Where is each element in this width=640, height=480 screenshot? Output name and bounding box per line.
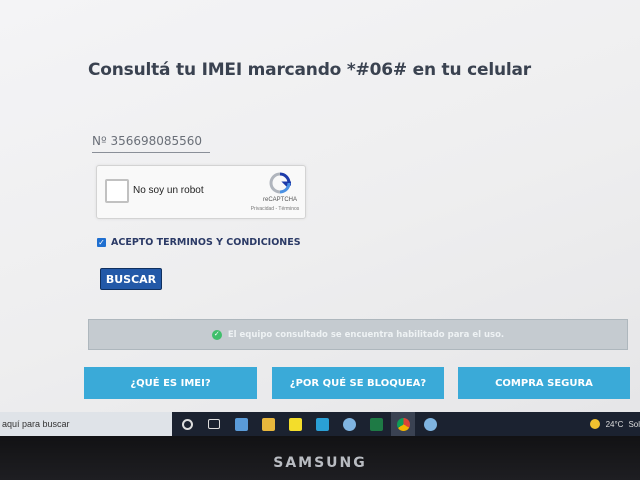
sun-icon [589,419,600,429]
status-text: El equipo consultado se encuentra habili… [227,329,505,340]
calculator-icon[interactable] [229,412,253,436]
weather-temp[interactable]: 24°C [606,420,624,429]
page-title: Consultá tu IMEI marcando *#06# en tu ce… [88,60,531,80]
app-icon[interactable] [310,412,334,436]
chat-icon[interactable] [337,412,361,436]
windows-taskbar: aquí para buscar 24°C Sol [0,412,640,436]
terms-label[interactable]: ACEPTO TERMINOS Y CONDICIONES [111,237,301,248]
terms-checkbox[interactable]: ✓ [97,238,106,247]
recaptcha-logo-icon [269,172,291,194]
search-button[interactable]: BUSCAR [100,268,162,290]
recaptcha-checkbox[interactable] [105,179,129,203]
imei-input[interactable] [92,130,210,153]
chrome-icon[interactable] [391,412,415,436]
app2-icon[interactable] [418,412,442,436]
terms-row: ✓ ACEPTO TERMINOS Y CONDICIONES [97,237,301,248]
task-view-icon[interactable] [202,412,226,436]
recaptcha-widget: No soy un robot reCAPTCHA Privacidad - T… [96,165,306,219]
check-circle-icon: ✓ [211,329,222,340]
sticky-notes-icon[interactable] [283,412,307,436]
browser-viewport: Consultá tu IMEI marcando *#06# en tu ce… [0,0,640,412]
file-explorer-icon[interactable] [256,412,280,436]
recaptcha-brand: reCAPTCHA [262,197,297,203]
excel-icon[interactable] [364,412,388,436]
system-tray: 24°C Sol [589,412,640,436]
why-blocked-button[interactable]: ¿POR QUÉ SE BLOQUEA? [272,367,444,399]
recaptcha-label: No soy un robot [133,185,204,196]
what-is-imei-button[interactable]: ¿QUÉ ES IMEI? [84,367,257,399]
status-message: ✓ El equipo consultado se encuentra habi… [88,319,628,350]
recaptcha-links[interactable]: Privacidad - Términos [247,206,303,212]
monitor-brand-logo: SAMSUNG [273,455,367,471]
cortana-icon[interactable] [175,412,199,436]
taskbar-search[interactable]: aquí para buscar [0,412,172,436]
weather-condition[interactable]: Sol [628,420,640,429]
safe-purchase-button[interactable]: COMPRA SEGURA [458,367,630,399]
